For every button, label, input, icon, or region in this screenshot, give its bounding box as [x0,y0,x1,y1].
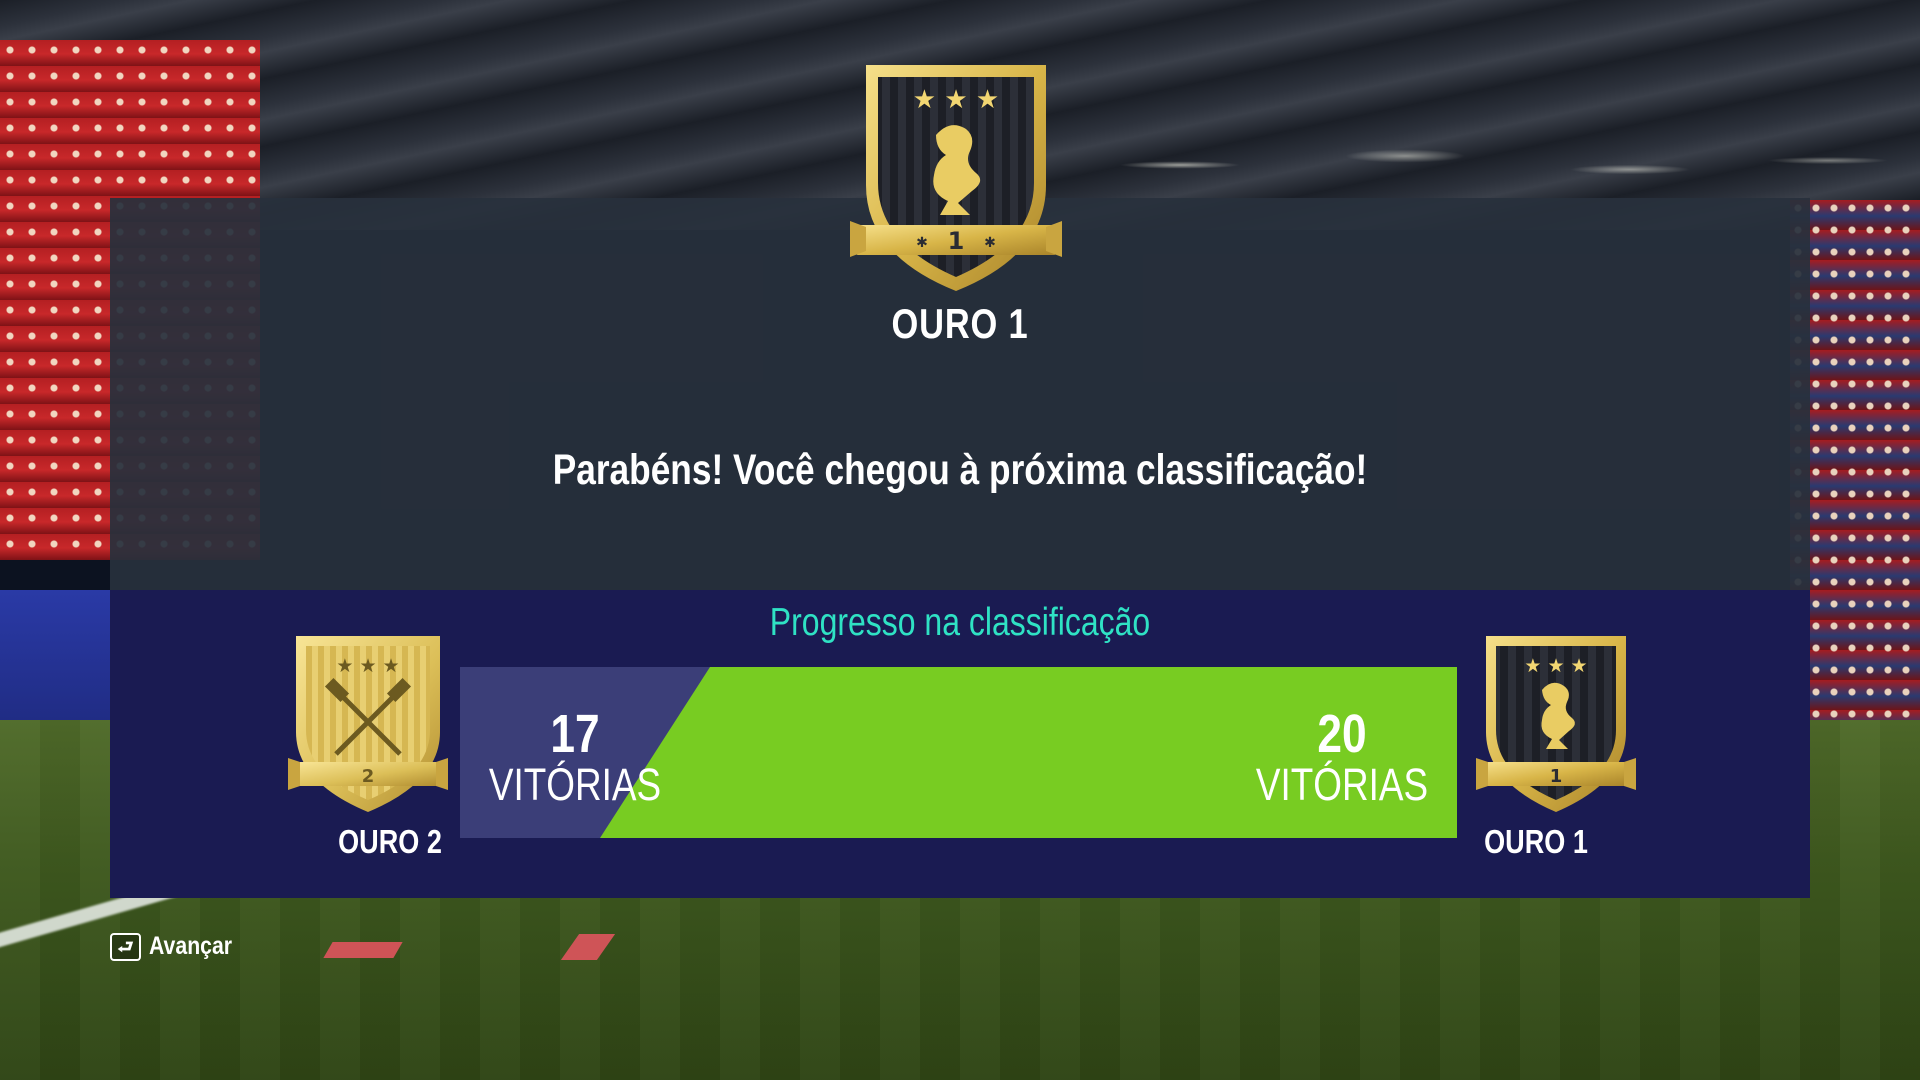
return-key-icon: ⮐ [110,932,141,961]
pitch-marker [323,942,403,958]
previous-rank-badge-icon: ★ ★ ★ 2 [288,636,448,812]
svg-text:★ ★ ★: ★ ★ ★ [336,655,399,677]
next-rank-badge-number: 1 [1550,766,1563,787]
target-wins-unit: VITÓRIAS [1255,759,1429,810]
start-wins-count: 17 [550,704,600,764]
svg-text:★ ★ ★: ★ ★ ★ [913,85,999,115]
rank-progress-bar: 17 VITÓRIAS 20 VITÓRIAS [460,667,1457,838]
advance-label: Avançar [149,932,233,960]
congratulations-message: Parabéns! Você chegou à próxima classifi… [552,446,1368,494]
rank-badge-number: 1 [948,227,965,255]
current-rank-title: OURO 1 [891,300,1029,347]
start-wins-unit: VITÓRIAS [488,759,662,810]
next-rank-label: OURO 1 [1484,823,1588,860]
svg-text:✱: ✱ [916,235,928,251]
next-rank-badge-icon: ★ ★ ★ 1 [1476,636,1636,812]
target-wins-count: 20 [1317,704,1367,764]
previous-rank-label: OURO 2 [338,823,442,860]
rank-badge-icon: ★ ★ ★ 1 ✱ ✱ [850,65,1062,291]
svg-text:✱: ✱ [984,235,996,251]
stadium-lights [1000,120,1900,210]
previous-rank-badge-number: 2 [362,766,375,787]
advance-button[interactable]: ⮐ Avançar [110,932,247,961]
svg-text:★ ★ ★: ★ ★ ★ [1524,655,1587,677]
